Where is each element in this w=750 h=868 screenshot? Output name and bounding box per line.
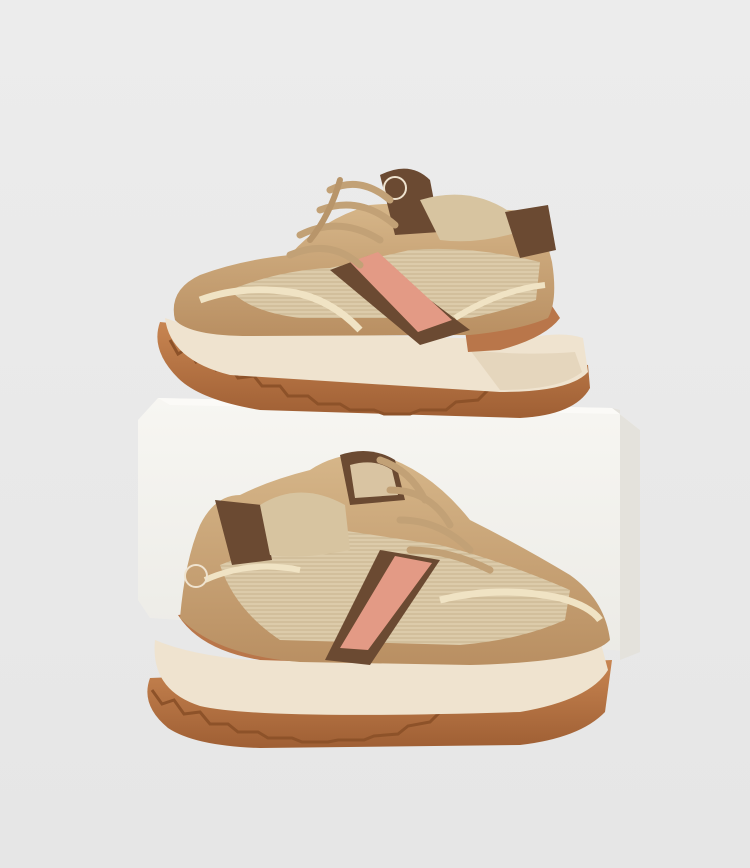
product-scene bbox=[0, 0, 750, 868]
product-color-image: 棕色 bbox=[0, 0, 750, 868]
